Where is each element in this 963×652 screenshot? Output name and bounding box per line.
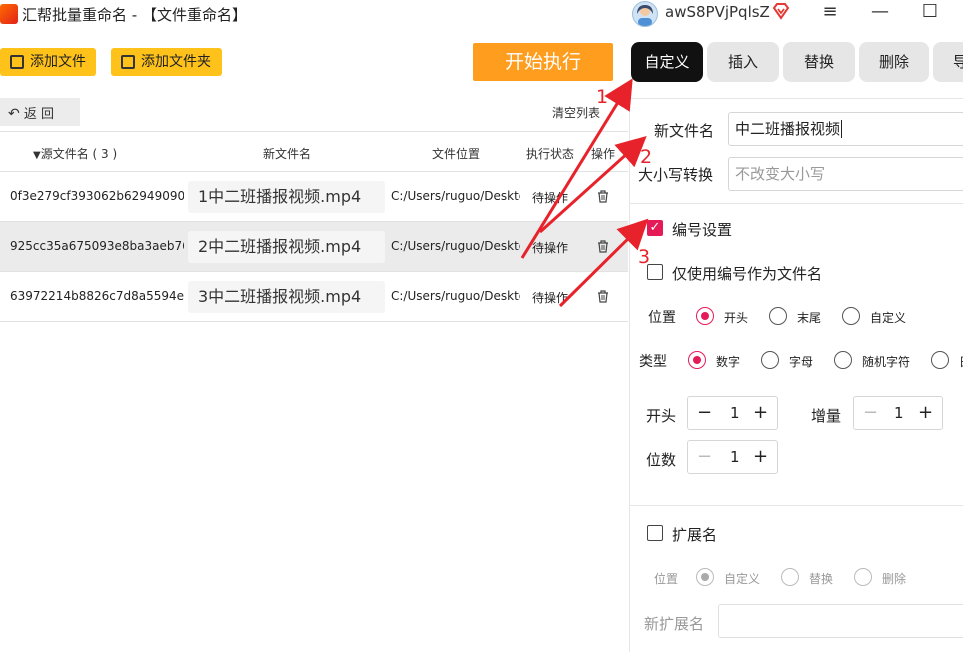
annotation-arrow-1 bbox=[520, 78, 633, 259]
annotation-number-2: 2 bbox=[640, 146, 653, 168]
annotation-number-1: 1 bbox=[596, 86, 609, 108]
annotation-arrow-2 bbox=[538, 135, 647, 234]
annotation-arrows bbox=[520, 78, 649, 308]
annotation-arrow-3 bbox=[558, 218, 649, 308]
annotation-number-3: 3 bbox=[638, 246, 651, 268]
